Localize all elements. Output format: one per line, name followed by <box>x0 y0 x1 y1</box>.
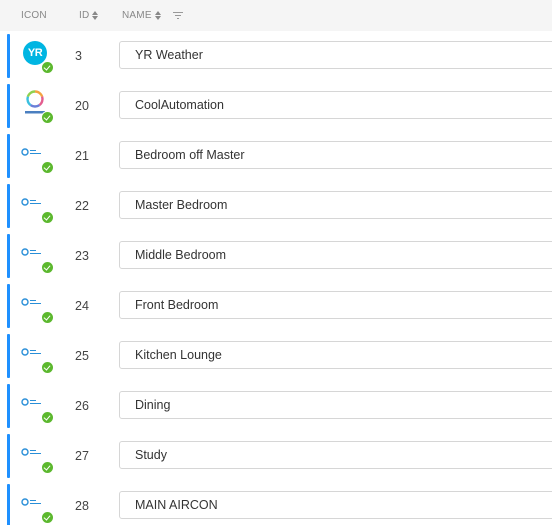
device-id: 26 <box>75 399 89 413</box>
sort-icon[interactable] <box>154 11 161 20</box>
table-row[interactable]: 23 <box>0 231 552 282</box>
coolautomation-small-logo-icon <box>20 440 54 474</box>
coolautomation-small-mark <box>21 148 41 156</box>
coolautomation-logo-icon <box>20 90 54 124</box>
device-name-input[interactable] <box>119 491 552 519</box>
coolautomation-small-logo-icon <box>20 190 54 224</box>
device-id: 24 <box>75 299 89 313</box>
row-selection-bar <box>7 134 10 178</box>
status-ok-icon <box>41 511 54 524</box>
status-ok-icon <box>41 211 54 224</box>
status-ok-icon <box>41 161 54 174</box>
row-selection-bar <box>7 84 10 128</box>
status-ok-icon <box>41 311 54 324</box>
device-name-input[interactable] <box>119 141 552 169</box>
coolautomation-small-logo-icon <box>20 390 54 424</box>
yr-weather-logo-icon: YR <box>20 40 54 74</box>
device-id: 27 <box>75 449 89 463</box>
row-selection-bar <box>7 384 10 428</box>
sort-icon[interactable] <box>92 11 99 20</box>
device-name-input[interactable] <box>119 91 552 119</box>
device-id: 20 <box>75 99 89 113</box>
device-name-input[interactable] <box>119 41 552 69</box>
coolautomation-small-mark <box>21 348 41 356</box>
device-id: 28 <box>75 499 89 513</box>
table-row[interactable]: 24 <box>0 281 552 332</box>
coolautomation-small-mark <box>21 248 41 256</box>
coolautomation-small-mark <box>21 198 41 206</box>
coolautomation-small-logo-icon <box>20 140 54 174</box>
row-selection-bar <box>7 284 10 328</box>
table-row[interactable]: 21 <box>0 131 552 182</box>
table-row[interactable]: 26 <box>0 381 552 432</box>
column-header-name-label[interactable]: NAME <box>122 0 152 32</box>
devices-table: ICON ID NAME YR 3 20 21 22 23 24 25 26 27 28 <box>0 0 552 525</box>
status-ok-icon <box>41 461 54 474</box>
table-row[interactable]: 20 <box>0 81 552 132</box>
table-header: ICON ID NAME <box>0 0 552 32</box>
coolautomation-small-logo-icon <box>20 290 54 324</box>
row-selection-bar <box>7 34 10 78</box>
status-ok-icon <box>41 261 54 274</box>
table-row[interactable]: 22 <box>0 181 552 232</box>
status-ok-icon <box>41 361 54 374</box>
table-row[interactable]: YR 3 <box>0 31 552 82</box>
status-ok-icon <box>41 111 54 124</box>
status-ok-icon <box>41 411 54 424</box>
device-name-input[interactable] <box>119 191 552 219</box>
coolautomation-small-mark <box>21 498 41 506</box>
device-name-input[interactable] <box>119 441 552 469</box>
device-name-input[interactable] <box>119 341 552 369</box>
coolautomation-small-logo-icon <box>20 340 54 374</box>
coolautomation-small-logo-icon <box>20 490 54 524</box>
row-selection-bar <box>7 184 10 228</box>
device-id: 3 <box>75 49 82 63</box>
device-name-input[interactable] <box>119 391 552 419</box>
row-selection-bar <box>7 484 10 525</box>
column-header-icon: ICON <box>21 0 47 31</box>
device-name-input[interactable] <box>119 291 552 319</box>
column-header-name[interactable]: NAME <box>122 0 183 31</box>
table-row[interactable]: 27 <box>0 431 552 482</box>
device-name-input[interactable] <box>119 241 552 269</box>
filter-icon[interactable] <box>172 11 183 20</box>
column-header-icon-label: ICON <box>21 10 47 21</box>
row-selection-bar <box>7 434 10 478</box>
device-id: 25 <box>75 349 89 363</box>
coolautomation-small-mark <box>21 398 41 406</box>
device-id: 23 <box>75 249 89 263</box>
row-selection-bar <box>7 334 10 378</box>
table-row[interactable]: 28 <box>0 481 552 525</box>
coolautomation-small-mark <box>21 448 41 456</box>
column-header-id[interactable]: ID <box>79 0 99 32</box>
column-header-id-label[interactable]: ID <box>79 0 89 32</box>
device-id: 21 <box>75 149 89 163</box>
status-ok-icon <box>41 61 54 74</box>
table-row[interactable]: 25 <box>0 331 552 382</box>
device-id: 22 <box>75 199 89 213</box>
coolautomation-small-mark <box>21 298 41 306</box>
coolautomation-small-logo-icon <box>20 240 54 274</box>
row-selection-bar <box>7 234 10 278</box>
